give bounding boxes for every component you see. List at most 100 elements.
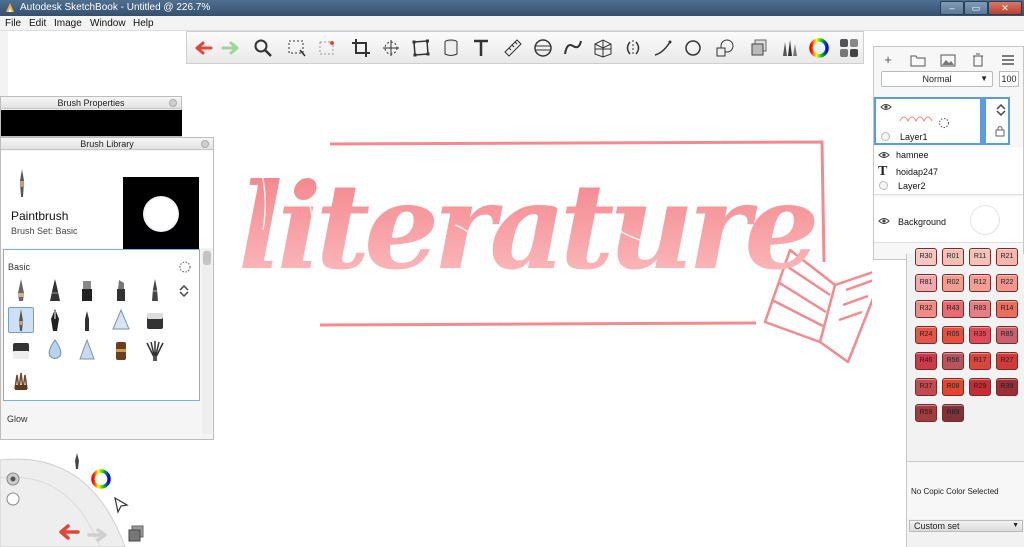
menu-image[interactable]: Image [54,16,82,31]
brush-smudge-drop[interactable] [42,337,68,363]
add-layer-icon[interactable]: + [880,53,896,67]
menu-help[interactable]: Help [133,16,154,31]
layer-opacity-field[interactable]: 100 [999,71,1019,87]
lagoon-layers-icon[interactable] [126,524,146,544]
scroll-arrows-icon[interactable] [178,284,190,298]
rect-select-icon[interactable] [285,36,309,60]
fill-icon[interactable] [439,36,463,60]
layer-row-background[interactable]: Background [874,197,1023,243]
stroke-icon[interactable] [651,36,675,60]
add-group-icon[interactable] [910,53,926,67]
crop-icon[interactable] [349,36,373,60]
text-icon[interactable] [469,36,493,60]
layer-lock-icon[interactable] [994,125,1006,137]
lagoon-undo-icon[interactable] [56,522,82,542]
transform-icon[interactable] [379,36,403,60]
trash-icon[interactable] [970,53,986,67]
layer-lock-toggle[interactable] [881,132,890,141]
brush-technical-pen[interactable] [42,277,68,303]
layers-icon[interactable] [747,36,771,60]
brush-fan-brush[interactable] [142,337,168,363]
copic-swatch[interactable]: R46 [915,352,937,370]
brush-marker[interactable] [74,277,100,303]
menu-edit[interactable]: Edit [29,16,46,31]
brush-airbrush-cone[interactable] [108,307,134,333]
brush-library-scrollbar[interactable] [202,249,212,434]
copic-swatch[interactable]: R12 [969,274,991,292]
puck-opacity-icon[interactable] [6,492,20,506]
copic-swatch[interactable]: R14 [996,300,1018,318]
maximize-button[interactable]: ▭ [964,1,988,15]
distort-icon[interactable] [409,36,433,60]
blend-mode-select[interactable]: Normal ▼ [881,71,993,87]
color-wheel-icon[interactable] [807,36,831,60]
brush-tool-icon[interactable] [68,452,86,470]
perspective-icon[interactable] [591,36,615,60]
custom-set-dropdown[interactable]: Custom set ▼ [909,520,1023,532]
swatches-icon[interactable] [837,36,861,60]
copic-swatch[interactable]: R22 [996,274,1018,292]
layer-row-layer1[interactable]: Layer1 [874,97,1010,145]
ruler-icon[interactable] [501,36,525,60]
copic-swatch[interactable]: R11 [969,248,991,266]
brush-eraser[interactable] [8,337,34,363]
copic-swatch[interactable]: R81 [915,274,937,292]
copic-swatch[interactable]: R21 [996,248,1018,266]
brush-eraser-block[interactable] [142,307,168,333]
copic-swatch[interactable]: R24 [915,326,937,344]
color-puck-icon[interactable] [90,468,112,490]
copic-swatch[interactable]: R37 [915,378,937,396]
layer-group-hamnee[interactable]: hamnee T hoidap247 Layer2 [874,147,1023,195]
layer-menu-icon[interactable] [1000,53,1016,67]
brush-chisel-marker[interactable] [108,277,134,303]
copic-swatch[interactable]: R27 [996,352,1018,370]
undo-icon[interactable] [191,36,215,60]
copic-swatch[interactable]: R29 [969,378,991,396]
background-color-swatch[interactable] [970,205,1000,235]
brush-ballpoint[interactable] [142,277,168,303]
layer-lock-toggle[interactable] [879,181,888,190]
brush-felt-tip[interactable] [74,307,100,333]
copic-swatch[interactable]: R01 [942,248,964,266]
visibility-eye-icon[interactable] [878,217,890,225]
redo-icon[interactable] [219,36,243,60]
add-image-icon[interactable] [940,53,956,67]
brush-bristle-brush[interactable] [8,367,34,393]
select-arrow-icon[interactable] [112,496,130,514]
layer-reorder-icon[interactable] [994,103,1008,117]
zoom-icon[interactable] [251,36,275,60]
circle-icon[interactable] [681,36,705,60]
copic-swatch[interactable]: R59 [915,404,937,422]
brush-paintbrush[interactable] [8,307,34,333]
drawing-canvas[interactable]: literature [214,64,887,547]
french-curve-icon[interactable] [561,36,585,60]
panel-close-icon[interactable] [201,140,209,148]
copic-swatch[interactable]: R05 [942,326,964,344]
panel-close-icon[interactable] [169,99,177,107]
copic-swatch[interactable]: R85 [996,326,1018,344]
brush-category-menu-icon[interactable] [178,260,192,274]
copic-swatch[interactable]: R30 [915,248,937,266]
shape-icon[interactable] [713,36,737,60]
visibility-eye-icon[interactable] [880,103,892,111]
copic-swatch[interactable]: R32 [915,300,937,318]
menu-file[interactable]: File [5,16,21,31]
copic-swatch[interactable]: R89 [942,404,964,422]
close-button[interactable]: ✕ [988,1,1022,15]
brushes-icon[interactable] [777,36,801,60]
puck-slider-icon[interactable] [6,472,20,486]
visibility-eye-icon[interactable] [878,151,890,159]
copic-swatch[interactable]: R56 [942,352,964,370]
lagoon-redo-icon[interactable] [86,526,110,544]
brush-pencil[interactable] [8,277,34,303]
brush-blur-cone[interactable] [74,337,100,363]
brush-watercolor[interactable] [108,337,134,363]
brush-ink-pen[interactable] [42,307,68,333]
copic-swatch[interactable]: R02 [942,274,964,292]
minimize-button[interactable]: – [940,1,964,15]
copic-swatch[interactable]: R39 [996,378,1018,396]
copic-swatch[interactable]: R17 [969,352,991,370]
symmetry-icon[interactable] [621,36,645,60]
copic-swatch[interactable]: R35 [969,326,991,344]
lasso-select-icon[interactable] [315,36,339,60]
